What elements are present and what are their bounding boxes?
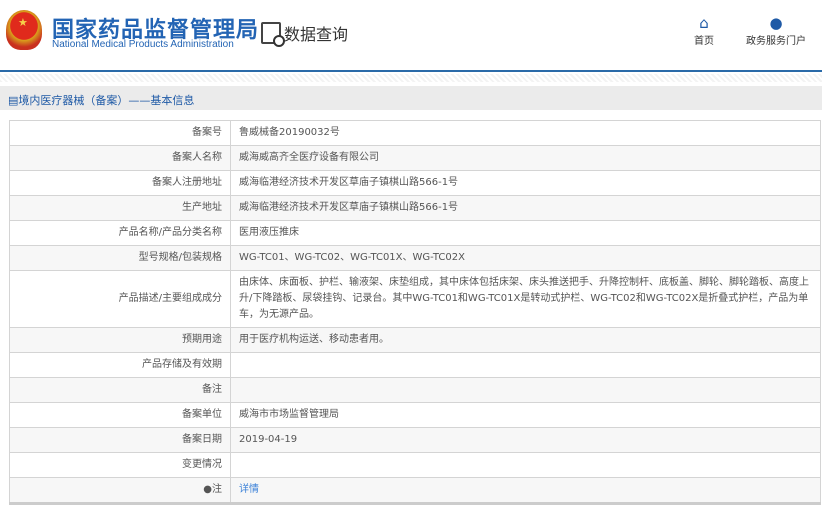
row-label: 产品名称/产品分类名称	[9, 220, 231, 246]
row-value: WG-TC01、WG-TC02、WG-TC01X、WG-TC02X	[230, 245, 821, 271]
table-row: 备注	[9, 377, 821, 403]
details-link[interactable]: 详情	[239, 484, 259, 495]
national-emblem-logo	[6, 10, 42, 50]
row-value: 2019-04-19	[230, 427, 821, 453]
row-label: 备案人名称	[9, 145, 231, 171]
nav-service-portal[interactable]: ● 政务服务门户	[746, 14, 806, 47]
row-label: 备案单位	[9, 402, 231, 428]
note-row: ●注 详情	[9, 477, 821, 504]
table-row: 备案单位 威海市市场监督管理局	[9, 402, 821, 428]
data-query-label: 数据查询	[284, 25, 349, 44]
row-value: 威海市市场监督管理局	[230, 402, 821, 428]
document-search-icon	[261, 22, 285, 47]
table-row: 备案日期 2019-04-19	[9, 427, 821, 453]
table-row: 预期用途 用于医疗机构运送、移动患者用。	[9, 327, 821, 353]
note-label: 注	[212, 484, 222, 495]
table-row: 产品存储及有效期	[9, 352, 821, 378]
row-label: 备案人注册地址	[9, 170, 231, 196]
table-row: 生产地址 威海临港经济技术开发区草庙子镇棋山路566-1号	[9, 195, 821, 221]
nav-home[interactable]: ⌂ 首页	[694, 14, 714, 47]
row-value: 威海威高齐全医疗设备有限公司	[230, 145, 821, 171]
row-label: ●注	[9, 477, 231, 504]
data-query-heading: 数据查询	[261, 21, 349, 47]
table-row: 变更情况	[9, 452, 821, 478]
user-icon: ●	[769, 14, 783, 32]
row-label: 备案号	[9, 120, 231, 146]
breadcrumb-text: 境内医疗器械（备案）——基本信息	[18, 94, 195, 107]
nav-portal-label: 政务服务门户	[746, 36, 806, 47]
row-value: 威海临港经济技术开发区草庙子镇棋山路566-1号	[230, 195, 821, 221]
table-row: 产品名称/产品分类名称 医用液压推床	[9, 220, 821, 246]
home-icon: ⌂	[699, 14, 709, 32]
row-value: 由床体、床面板、护栏、输液架、床垫组成，其中床体包括床架、床头推送把手、升降控制…	[230, 270, 821, 328]
row-label: 产品存储及有效期	[9, 352, 231, 378]
site-header: 国家药品监督管理局 National Medical Products Admi…	[0, 0, 822, 72]
row-value: 鲁威械备20190032号	[230, 120, 821, 146]
row-label: 预期用途	[9, 327, 231, 353]
table-row: 备案人注册地址 威海临港经济技术开发区草庙子镇棋山路566-1号	[9, 170, 821, 196]
row-label: 型号规格/包装规格	[9, 245, 231, 271]
row-label: 生产地址	[9, 195, 231, 221]
table-row: 备案号 鲁威械备20190032号	[9, 120, 821, 146]
table-row: 产品描述/主要组成成分 由床体、床面板、护栏、输液架、床垫组成，其中床体包括床架、…	[9, 270, 821, 328]
breadcrumb: ▤境内医疗器械（备案）——基本信息	[0, 86, 822, 110]
row-value: 威海临港经济技术开发区草庙子镇棋山路566-1号	[230, 170, 821, 196]
table-row: 型号规格/包装规格 WG-TC01、WG-TC02、WG-TC01X、WG-TC0…	[9, 245, 821, 271]
row-label: 产品描述/主要组成成分	[9, 270, 231, 328]
detail-table: 备案号 鲁威械备20190032号 备案人名称 威海威高齐全医疗设备有限公司 备案人注册…	[9, 120, 821, 505]
row-label: 备注	[9, 377, 231, 403]
nav-home-label: 首页	[694, 36, 714, 47]
table-row: 备案人名称 威海威高齐全医疗设备有限公司	[9, 145, 821, 171]
row-value: 用于医疗机构运送、移动患者用。	[230, 327, 821, 353]
row-label: 变更情况	[9, 452, 231, 478]
row-value	[230, 452, 821, 478]
site-title-en: National Medical Products Administration	[52, 39, 234, 50]
row-value: 详情	[230, 477, 821, 504]
divider-strip	[0, 74, 822, 82]
document-icon: ▤	[8, 94, 19, 107]
row-label: 备案日期	[9, 427, 231, 453]
row-value: 医用液压推床	[230, 220, 821, 246]
row-value	[230, 352, 821, 378]
pin-icon: ●	[203, 484, 212, 495]
row-value	[230, 377, 821, 403]
